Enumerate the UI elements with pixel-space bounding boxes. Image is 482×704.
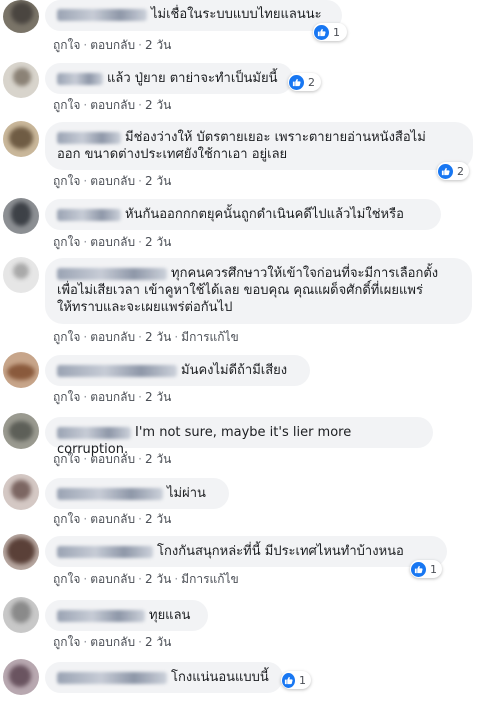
comment-text: ไม่ผ่าน <box>167 486 206 501</box>
comment-text: ให้ทราบและจะเผยแพร่ต่อกันไป <box>57 300 233 315</box>
reaction-count[interactable]: 2 <box>437 162 469 180</box>
timestamp[interactable]: 2 วัน <box>145 98 171 112</box>
reply-link[interactable]: ตอบกลับ <box>90 512 135 526</box>
comment-actions: ถูกใจ · ตอบกลับ · 2 วัน <box>53 98 172 112</box>
comment-bubble: ไม่เชื่อในระบบแบบไทยแลนนะ <box>45 0 342 31</box>
like-thumb-icon <box>289 74 304 90</box>
comment-actions: ถูกใจ · ตอบกลับ · 2 วัน <box>53 38 172 52</box>
comment-text: ออก ขนาดต่างประเทศยังใช้กาเอา อยู่เลย <box>57 147 288 162</box>
comment-text: มีช่องว่างให้ บัตรตายเยอะ เพราะตายายอ่าน… <box>125 130 426 145</box>
reply-link[interactable]: ตอบกลับ <box>90 330 135 344</box>
like-thumb-icon <box>314 24 329 40</box>
avatar[interactable] <box>3 62 39 98</box>
timestamp[interactable]: 2 วัน <box>145 635 171 649</box>
timestamp[interactable]: 2 วัน <box>145 330 171 344</box>
edited-link[interactable]: มีการแก้ไข <box>181 330 239 344</box>
comment-actions: ถูกใจ · ตอบกลับ · 2 วัน <box>53 512 172 526</box>
author-name[interactable] <box>57 364 177 377</box>
author-name[interactable] <box>57 609 145 622</box>
author-name[interactable] <box>57 131 121 144</box>
comment-text: โกงแน่นอนแบบนี้ <box>171 670 269 685</box>
like-link[interactable]: ถูกใจ <box>53 452 80 466</box>
avatar[interactable] <box>3 534 39 570</box>
like-link[interactable]: ถูกใจ <box>53 235 80 249</box>
like-link[interactable]: ถูกใจ <box>53 572 80 586</box>
comment-text: มันคงไม่ดีถ้ามีเสียง <box>181 363 288 378</box>
author-name[interactable] <box>57 487 163 500</box>
like-link[interactable]: ถูกใจ <box>53 512 80 526</box>
comment-bubble: โกงกันสนุกหล่ะที่นี้ มีประเทศไหนทำบ้างหน… <box>45 536 447 567</box>
author-name[interactable] <box>57 8 147 21</box>
comment-bubble: ทุยแลน <box>45 600 208 631</box>
comment-bubble: หันกันออกกกตยุคนั้นถูกดำเนินคดีไปแล้วไม่… <box>45 199 441 230</box>
timestamp[interactable]: 2 วัน <box>145 390 171 404</box>
like-thumb-icon <box>411 561 426 577</box>
timestamp[interactable]: 2 วัน <box>145 38 171 52</box>
avatar[interactable] <box>3 659 39 695</box>
comment-bubble: แล้ว ปู่ยาย ตาย่าจะทำเป็นมัยนี้ <box>45 63 293 94</box>
avatar[interactable] <box>3 198 39 234</box>
reply-link[interactable]: ตอบกลับ <box>90 390 135 404</box>
reaction-count[interactable]: 2 <box>288 73 321 91</box>
comment-text: ไม่เชื่อในระบบแบบไทยแลนนะ <box>151 7 322 22</box>
author-name[interactable] <box>57 208 121 221</box>
author-name[interactable] <box>57 267 167 280</box>
avatar[interactable] <box>3 597 39 633</box>
reply-link[interactable]: ตอบกลับ <box>90 635 135 649</box>
comment-text: ทุยแลน <box>149 608 191 623</box>
like-thumb-icon <box>282 672 295 688</box>
reply-link[interactable]: ตอบกลับ <box>90 235 135 249</box>
author-name[interactable] <box>57 545 153 558</box>
edited-link[interactable]: มีการแก้ไข <box>181 572 239 586</box>
avatar[interactable] <box>3 121 39 157</box>
like-link[interactable]: ถูกใจ <box>53 635 80 649</box>
timestamp[interactable]: 2 วัน <box>145 235 171 249</box>
reply-link[interactable]: ตอบกลับ <box>90 452 135 466</box>
comment-bubble: โกงแน่นอนแบบนี้ <box>45 662 283 693</box>
comment-actions: ถูกใจ · ตอบกลับ · 2 วัน <box>53 174 172 188</box>
comment-actions: ถูกใจ · ตอบกลับ · 2 วัน <box>53 635 172 649</box>
reaction-count[interactable]: 1 <box>281 671 311 689</box>
timestamp[interactable]: 2 วัน <box>145 452 171 466</box>
comment-text: แล้ว ปู่ยาย ตาย่าจะทำเป็นมัยนี้ <box>107 71 278 86</box>
avatar[interactable] <box>3 257 39 293</box>
comment-actions: ถูกใจ · ตอบกลับ · 2 วัน · มีการแก้ไข <box>53 330 239 344</box>
comment-bubble: ทุกคนควรศึกษาวให้เข้าใจก่อนที่จะมีการเลื… <box>45 258 472 324</box>
comment-bubble: ไม่ผ่าน <box>45 478 229 509</box>
reaction-count[interactable]: 1 <box>410 560 442 578</box>
like-thumb-icon <box>438 163 453 179</box>
like-link[interactable]: ถูกใจ <box>53 390 80 404</box>
comment-actions: ถูกใจ · ตอบกลับ · 2 วัน · มีการแก้ไข <box>53 572 239 586</box>
like-link[interactable]: ถูกใจ <box>53 174 80 188</box>
reply-link[interactable]: ตอบกลับ <box>90 174 135 188</box>
author-name[interactable] <box>57 426 131 439</box>
comment-actions: ถูกใจ · ตอบกลับ · 2 วัน <box>53 390 172 404</box>
comment-bubble: I'm not sure, maybe it's lier more corru… <box>45 417 433 457</box>
reply-link[interactable]: ตอบกลับ <box>90 572 135 586</box>
avatar[interactable] <box>3 474 39 510</box>
comment-actions: ถูกใจ · ตอบกลับ · 2 วัน <box>53 452 172 466</box>
timestamp[interactable]: 2 วัน <box>145 512 171 526</box>
timestamp[interactable]: 2 วัน <box>145 572 171 586</box>
comment-text: หันกันออกกกตยุคนั้นถูกดำเนินคดีไปแล้วไม่… <box>125 207 404 222</box>
author-name[interactable] <box>57 72 103 85</box>
like-link[interactable]: ถูกใจ <box>53 98 80 112</box>
reply-link[interactable]: ตอบกลับ <box>90 98 135 112</box>
like-link[interactable]: ถูกใจ <box>53 38 80 52</box>
author-name[interactable] <box>57 671 167 684</box>
comment-actions: ถูกใจ · ตอบกลับ · 2 วัน <box>53 235 172 249</box>
comment-text: โกงกันสนุกหล่ะที่นี้ มีประเทศไหนทำบ้างหน… <box>157 544 404 559</box>
comment-bubble: มีช่องว่างให้ บัตรตายเยอะ เพราะตายายอ่าน… <box>45 122 473 170</box>
avatar[interactable] <box>3 0 39 33</box>
comment-bubble: มันคงไม่ดีถ้ามีเสียง <box>45 355 310 386</box>
reaction-count[interactable]: 1 <box>313 23 347 41</box>
reply-link[interactable]: ตอบกลับ <box>90 38 135 52</box>
timestamp[interactable]: 2 วัน <box>145 174 171 188</box>
comment-text: เพื่อไม่เสียเวลา เข้าคูหาใช้ได้เลย ขอบคุ… <box>57 283 423 298</box>
avatar[interactable] <box>3 413 39 449</box>
comment-text: ทุกคนควรศึกษาวให้เข้าใจก่อนที่จะมีการเลื… <box>171 266 439 281</box>
like-link[interactable]: ถูกใจ <box>53 330 80 344</box>
avatar[interactable] <box>3 352 39 388</box>
